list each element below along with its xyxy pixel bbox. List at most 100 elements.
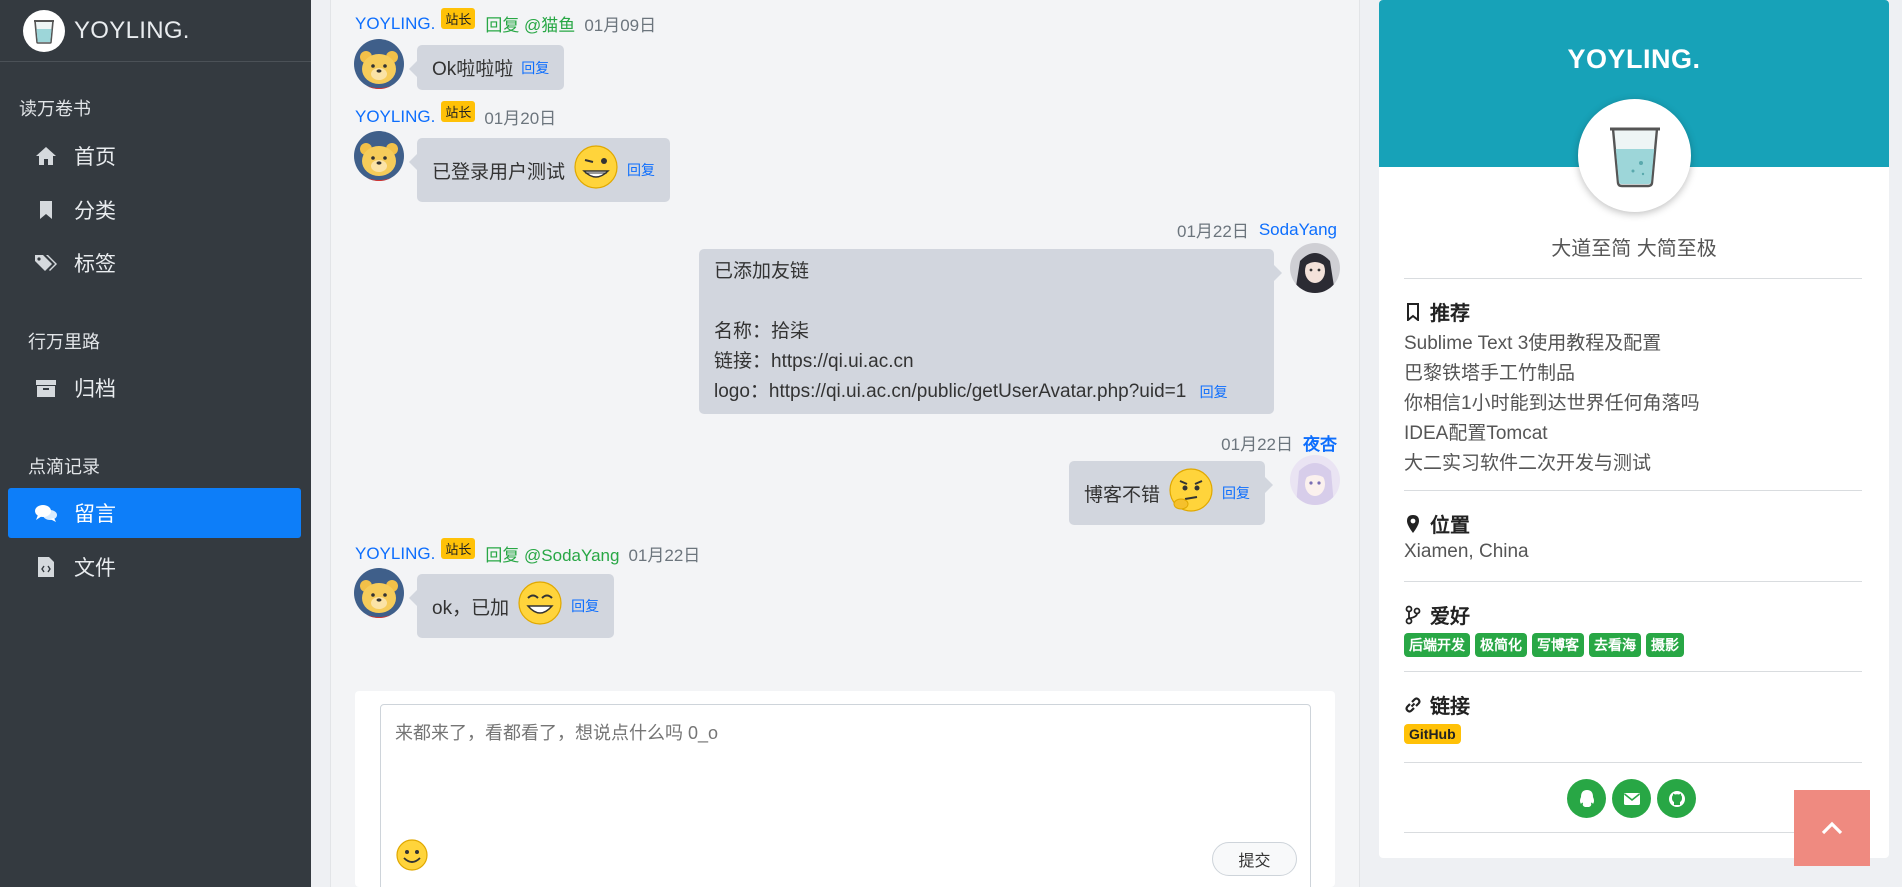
brand-name: YOYLING. <box>74 16 190 44</box>
divider <box>1404 671 1862 672</box>
submit-button[interactable]: 提交 <box>1212 842 1297 876</box>
home-icon <box>32 146 60 166</box>
recommend-heading: 推荐 <box>1404 297 1470 326</box>
comment-author[interactable]: SodaYang <box>1259 220 1337 240</box>
comments-icon <box>32 503 60 523</box>
reply-link[interactable]: 回复 <box>521 58 549 78</box>
happy-emoji-icon <box>517 580 563 632</box>
reply-link[interactable]: 回复 <box>1200 384 1228 400</box>
profile-motto: 大道至简 大简至极 <box>1551 238 1717 260</box>
avatar <box>1290 243 1340 293</box>
sidebar-item-label: 留言 <box>74 503 116 526</box>
comment-bubble: 已登录用户测试 回复 <box>408 138 671 202</box>
map-marker-icon <box>1404 514 1422 534</box>
profile-title: YOYLING. <box>1567 44 1701 74</box>
brand[interactable]: YOYLING. <box>0 0 311 62</box>
recommend-link[interactable]: 大二实习软件二次开发与测试 <box>1404 448 1651 475</box>
location-heading: 位置 <box>1404 509 1470 538</box>
recommend-link[interactable]: 你相信1小时能到达世界任何角落吗 <box>1404 388 1700 415</box>
admin-badge: 站长 <box>441 8 476 29</box>
avatar <box>354 39 404 89</box>
comment-text: ok，已加 <box>432 597 510 619</box>
comment-bubble: 博客不错 回复 <box>1069 461 1274 525</box>
recommend-link[interactable]: IDEA配置Tomcat <box>1404 418 1548 445</box>
avatar <box>1290 455 1340 505</box>
comment-author[interactable]: YOYLING. <box>355 107 435 127</box>
comment-author[interactable]: YOYLING. <box>355 14 435 34</box>
sidebar-item-home[interactable]: 首页 <box>8 131 301 181</box>
thinking-emoji-icon <box>1168 467 1214 519</box>
comment-author[interactable]: 夜杏 <box>1303 430 1337 455</box>
sidebar-item-files[interactable]: 文件 <box>8 542 301 592</box>
hobby-tag: 摄影 <box>1646 633 1684 657</box>
hobby-tag: 后端开发 <box>1404 633 1470 657</box>
cup-icon <box>34 19 54 44</box>
bear-avatar-icon <box>354 131 404 181</box>
hobby-tag: 写博客 <box>1532 633 1584 657</box>
comment-date: 01月20日 <box>484 109 557 128</box>
anime-avatar-icon <box>1290 455 1340 505</box>
email-icon[interactable] <box>1612 779 1651 818</box>
recommend-link[interactable]: 巴黎铁塔手工竹制品 <box>1404 358 1575 385</box>
divider <box>1404 581 1862 582</box>
reply-link[interactable]: 回复 <box>627 160 655 180</box>
sidebar-item-label: 文件 <box>74 557 116 580</box>
sidebar-item-messages[interactable]: 留言 <box>8 488 301 538</box>
bookmark-icon <box>1404 302 1422 321</box>
bookmark-icon <box>32 200 60 220</box>
profile-avatar <box>1578 99 1691 212</box>
sidebar-item-label: 分类 <box>74 200 116 223</box>
sidebar: YOYLING. 读万卷书 首页 分类 标签 行万里路 归档 点滴记录 留言 文… <box>0 0 311 887</box>
reply-link[interactable]: 回复 <box>571 596 599 616</box>
comment-line: 已添加友链 <box>714 260 810 282</box>
comment-date: 01月22日 <box>1177 222 1249 241</box>
comment-author[interactable]: YOYLING. <box>355 544 435 564</box>
sidebar-item-tags[interactable]: 标签 <box>8 238 301 288</box>
sidebar-item-label: 归档 <box>74 378 116 401</box>
comment-line: 名称：拾柒 <box>714 320 810 342</box>
github-link[interactable]: GitHub <box>1404 724 1461 744</box>
comment-bubble: Ok啦啦啦 回复 <box>408 45 565 90</box>
hobby-heading: 爱好 <box>1404 600 1470 629</box>
emoji-picker-icon[interactable] <box>395 838 429 872</box>
comment-text: 已登录用户测试 <box>432 161 566 183</box>
sidebar-item-label: 首页 <box>74 146 116 169</box>
back-to-top-button[interactable] <box>1794 790 1870 866</box>
brand-logo <box>23 9 65 52</box>
profile-card: YOYLING. 大道至简 大简至极 推荐 Sublime Text 3使用教程… <box>1379 0 1889 858</box>
comment-meta: YOYLING. 站长 01月20日 <box>355 101 557 129</box>
sidebar-item-category[interactable]: 分类 <box>8 185 301 235</box>
nav-section-records: 点滴记录 <box>28 457 100 477</box>
comment-line: 链接：https://qi.ui.ac.cn <box>714 350 914 372</box>
github-icon[interactable] <box>1657 779 1696 818</box>
hobby-tag: 极简化 <box>1475 633 1527 657</box>
sidebar-item-label: 标签 <box>74 253 116 276</box>
recommend-link[interactable]: Sublime Text 3使用教程及配置 <box>1404 328 1661 355</box>
reply-link[interactable]: 回复 <box>1222 483 1250 503</box>
hobby-title: 爱好 <box>1430 606 1470 628</box>
nav-section-reading: 读万卷书 <box>19 99 91 119</box>
comment-meta: 01月22日 夜杏 <box>1000 430 1337 455</box>
avatar <box>354 568 404 618</box>
sidebar-item-archive[interactable]: 归档 <box>8 363 301 413</box>
comment-date: 01月22日 <box>1221 435 1293 454</box>
location-title: 位置 <box>1430 515 1470 537</box>
chevron-up-icon <box>1821 821 1843 835</box>
links-heading: 链接 <box>1404 690 1470 719</box>
comment-meta: YOYLING. 站长 回复 @猫鱼 01月09日 <box>355 8 657 36</box>
reply-to-label: 回复 @猫鱼 <box>485 16 576 35</box>
comment-meta: 01月22日 SodaYang <box>1000 217 1337 242</box>
anime-avatar-icon <box>1290 243 1340 293</box>
comment-date: 01月22日 <box>628 546 701 565</box>
comment-bubble: ok，已加 回复 <box>408 574 615 638</box>
comment-date: 01月09日 <box>584 16 657 35</box>
comment-textarea[interactable] <box>380 704 1311 887</box>
qq-icon[interactable] <box>1567 779 1606 818</box>
comment-text: 博客不错 <box>1084 484 1161 506</box>
bear-avatar-icon <box>354 39 404 89</box>
link-tags: GitHub <box>1404 724 1461 744</box>
admin-badge: 站长 <box>441 101 476 122</box>
tags-icon <box>32 253 60 273</box>
location-value: Xiamen, China <box>1404 541 1529 562</box>
reply-to-label: 回复 @SodaYang <box>485 546 620 565</box>
